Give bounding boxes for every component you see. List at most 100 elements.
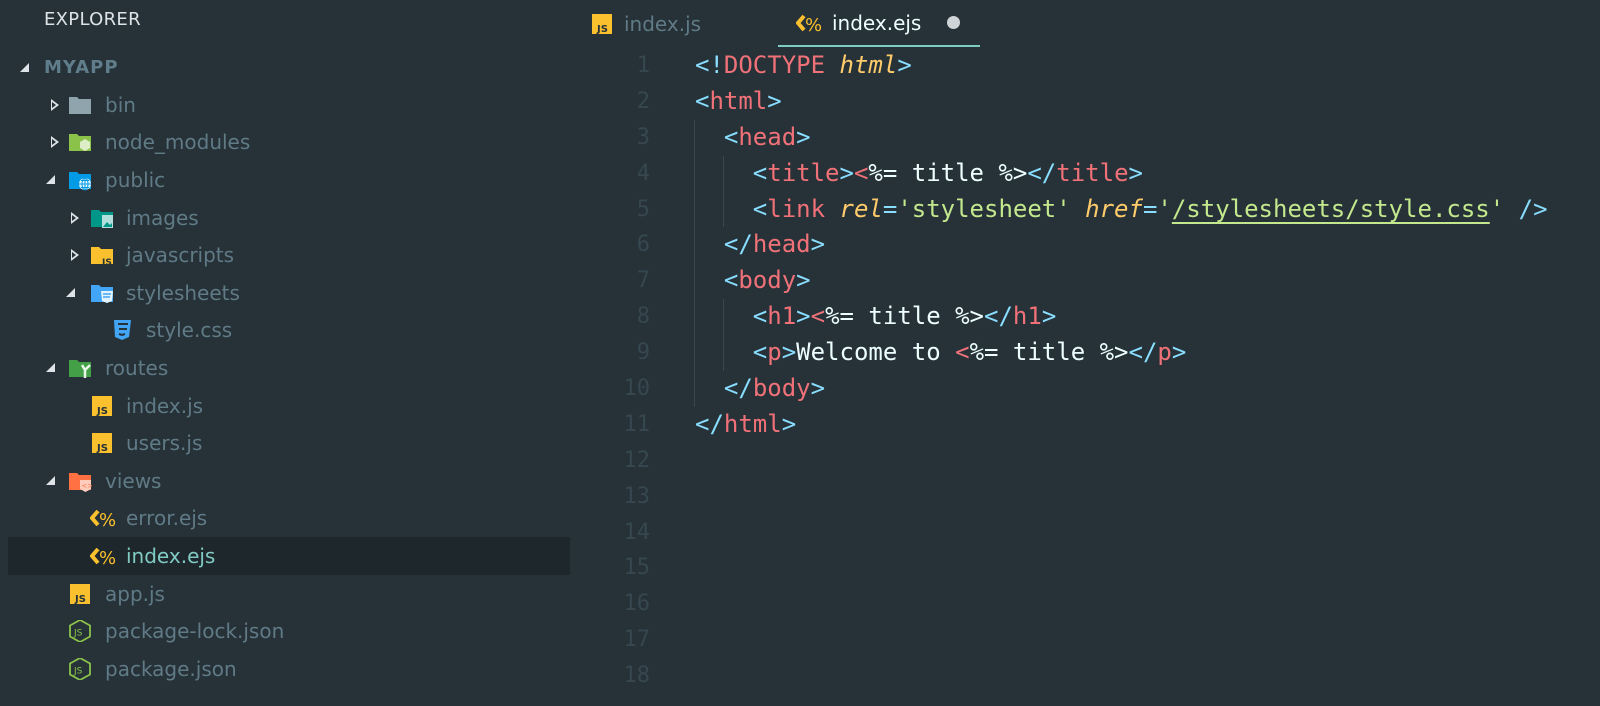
tree-item-javascripts[interactable]: JS javascripts: [8, 236, 570, 274]
code-editor[interactable]: <!DOCTYPE html> <html> <head> <title><%= …: [694, 48, 1548, 443]
code-line: </body>: [694, 371, 1548, 407]
chevron-down-icon[interactable]: [66, 288, 75, 298]
tree-item-label: node_modules: [105, 130, 251, 155]
code-line: <html>: [695, 84, 1548, 120]
svg-text:<>: <>: [82, 482, 93, 490]
code-token-ejs: <: [955, 338, 970, 367]
code-line: <!DOCTYPE html>: [695, 48, 1548, 84]
code-token-p: >: [1171, 338, 1187, 367]
tree-item-stylesheets[interactable]: stylesheets: [8, 274, 570, 312]
indent-guide: [694, 155, 695, 192]
line-number: 8: [636, 304, 650, 330]
code-token-p: >: [1128, 158, 1143, 187]
tree-item-label: package-lock.json: [105, 619, 285, 644]
tree-root-myapp[interactable]: MYAPP: [0, 48, 578, 86]
svg-text:JS: JS: [96, 406, 108, 417]
line-number: 2: [636, 88, 650, 114]
code-line: <title><%= title %></title>: [694, 155, 1548, 192]
code-token-p: =: [1142, 194, 1158, 223]
unsaved-dot-icon[interactable]: [947, 16, 961, 29]
tree-item-package-json[interactable]: JS package.json: [8, 650, 570, 688]
tree-item-label: style.css: [146, 318, 233, 343]
code-line: <body>: [694, 263, 1548, 300]
code-token-txt: %= title %>: [969, 338, 1129, 367]
indent-guide: [694, 335, 695, 372]
indent-guide: [722, 299, 724, 336]
tree-item-public[interactable]: public: [8, 161, 570, 199]
ejs-file-icon: %: [89, 545, 116, 569]
line-number-gutter: 1 2 3 4 5 6 7 8 9 10 11 12 13 14 15 16 17 18: [600, 48, 660, 694]
svg-text:JS: JS: [96, 443, 108, 454]
chevron-down-icon[interactable]: [46, 476, 55, 486]
code-token-p: >: [796, 302, 811, 331]
code-token-ejs: <: [853, 158, 869, 187]
chevron-down-icon[interactable]: [46, 175, 55, 185]
code-token-p: >: [1041, 302, 1057, 331]
js-file-icon: JS: [90, 432, 114, 454]
chevron-right-icon[interactable]: [71, 249, 79, 262]
tree-item-users-js[interactable]: JS users.js: [8, 424, 570, 462]
line-number: 3: [636, 124, 650, 150]
code-token-p: </: [1027, 158, 1057, 187]
tree-item-label: public: [105, 167, 166, 192]
tree-item-index-js[interactable]: JS index.js: [8, 387, 570, 425]
tree-item-index-ejs[interactable]: % index.ejs: [8, 537, 570, 575]
code-token-p: >: [767, 86, 782, 115]
tree-item-images[interactable]: images: [8, 199, 570, 237]
code-token-str-link[interactable]: /stylesheets/style.css: [1172, 195, 1490, 223]
tree-item-package-lock-json[interactable]: JS package-lock.json: [8, 612, 570, 650]
code-token-p: <: [723, 122, 739, 151]
code-token-p: >: [839, 158, 854, 187]
root-label: MYAPP: [44, 56, 119, 78]
tree-item-app-js[interactable]: JS app.js: [8, 575, 570, 613]
tree-item-label: bin: [105, 92, 136, 117]
tab-index-ejs[interactable]: % index.ejs: [778, 0, 980, 47]
tab-label: index.js: [624, 12, 702, 36]
indent-guide: [722, 155, 724, 192]
chevron-right-icon[interactable]: [71, 211, 79, 224]
chevron-down-icon[interactable]: [20, 62, 29, 72]
code-token-p: >: [796, 266, 811, 295]
tab-label: index.ejs: [832, 10, 922, 35]
chevron-right-icon[interactable]: [51, 98, 59, 111]
tree-item-routes[interactable]: routes: [8, 349, 570, 387]
code-token-tag: body: [738, 266, 797, 295]
indent-guide: [694, 263, 695, 300]
folder-routes-icon: [68, 357, 92, 379]
tree-item-views[interactable]: <> views: [8, 462, 570, 500]
code-token-p: <: [752, 194, 768, 223]
indent-guide: [694, 299, 695, 336]
svg-text:%: %: [99, 510, 116, 529]
code-line: <p>Welcome to <%= title %></p>: [694, 335, 1548, 372]
tab-index-js[interactable]: JS index.js: [590, 0, 701, 48]
tree-item-node-modules[interactable]: node_modules: [8, 124, 570, 162]
svg-text:%: %: [99, 548, 116, 567]
chevron-right-icon[interactable]: [51, 136, 59, 149]
tree-item-bin[interactable]: bin: [8, 86, 570, 124]
code-token-p: >: [781, 338, 797, 367]
folder-node-icon: [68, 131, 92, 153]
node-json-file-icon: JS: [68, 619, 92, 644]
code-token-tag: h1: [767, 302, 797, 331]
chevron-down-icon[interactable]: [46, 363, 55, 373]
ejs-file-icon: %: [796, 12, 822, 34]
tree-item-error-ejs[interactable]: % error.ejs: [8, 500, 570, 538]
code-line: </head>: [694, 227, 1548, 264]
node-json-file-icon: JS: [68, 656, 92, 681]
folder-icon: [68, 94, 92, 116]
code-token-str: ': [1489, 194, 1505, 223]
code-token-str: 'stylesheet': [897, 194, 1071, 223]
code-line: <link rel='stylesheet' href='/stylesheet…: [694, 191, 1548, 228]
folder-public-icon: [68, 169, 92, 191]
tree-item-style-css[interactable]: style.css: [8, 312, 570, 350]
folder-views-icon: <>: [68, 470, 93, 492]
code-token-p: <: [723, 266, 739, 295]
code-token-p: >: [810, 230, 826, 259]
